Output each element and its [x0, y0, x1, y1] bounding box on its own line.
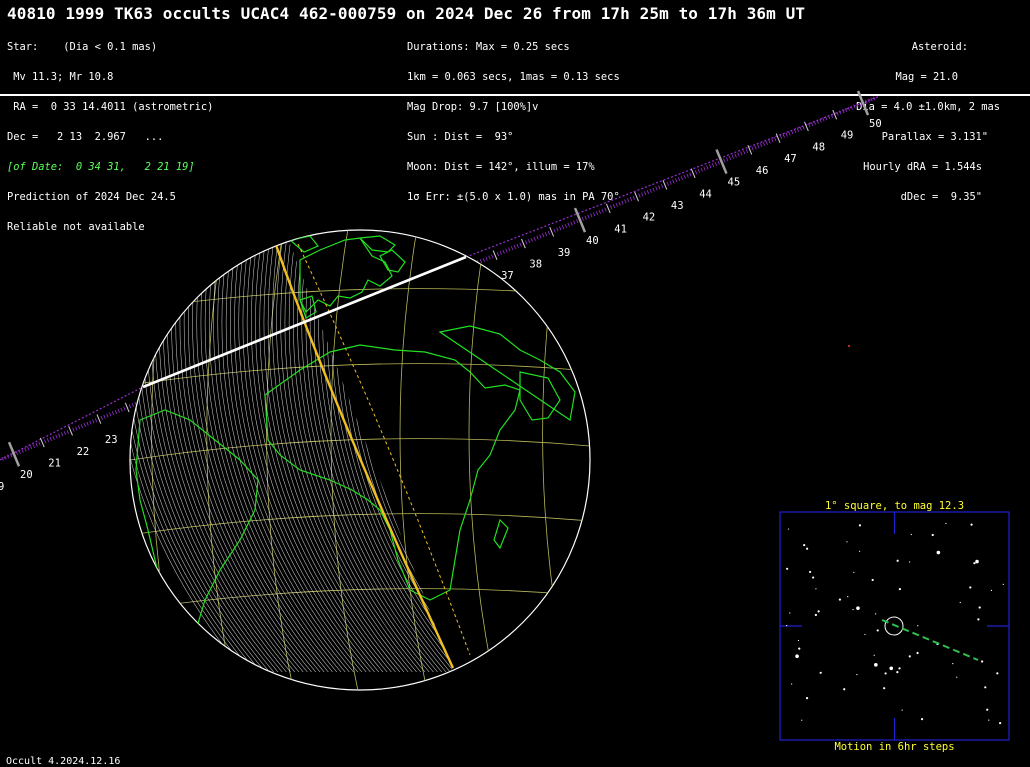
track-tick-label-50: 50 [869, 118, 882, 130]
track-tick-38 [521, 238, 526, 249]
track-tick-label-39: 39 [558, 247, 571, 259]
track-tick-label-23: 23 [105, 434, 118, 446]
track-tick-label-43: 43 [671, 200, 684, 212]
app-version: Occult 4.2024.12.16 [6, 756, 121, 767]
occultation-diagram: 1920212223243738394041424344454647484950 [0, 90, 1010, 741]
track-tick-41 [605, 203, 611, 214]
track-tick-48 [804, 121, 809, 132]
inset-title: 1° square, to mag 12.3 [824, 500, 965, 512]
track-tick-label-19: 19 [0, 481, 4, 493]
marker-dot [848, 345, 850, 347]
track-tick-21 [39, 437, 45, 448]
track-tick-label-41: 41 [614, 223, 627, 235]
track-tick-label-20: 20 [20, 469, 33, 481]
track-tick-label-38: 38 [529, 259, 542, 271]
track-tick-label-21: 21 [48, 458, 61, 470]
track-tick-23 [96, 414, 102, 424]
track-tick-label-22: 22 [77, 446, 90, 458]
track-tick-37 [492, 250, 498, 261]
inset-footer: Motion in 6hr steps [834, 741, 955, 753]
track-tick-label-46: 46 [756, 165, 769, 177]
track-tick-43 [662, 180, 668, 190]
track-tick-label-42: 42 [643, 212, 656, 224]
track-tick-label-48: 48 [812, 141, 825, 153]
track-tick-22 [68, 425, 73, 436]
track-tick-42 [634, 191, 639, 202]
track-tick-44 [690, 168, 696, 179]
track-tick-label-40: 40 [586, 235, 599, 247]
earth-globe [129, 229, 591, 691]
track-tick-label-49: 49 [841, 130, 854, 142]
track-tick-39 [549, 226, 555, 237]
star-chart-inset [779, 511, 1010, 741]
track-tick-label-45: 45 [728, 177, 741, 189]
track-tick-24 [124, 402, 130, 413]
track-tick-label-47: 47 [784, 153, 797, 165]
track-tick-label-44: 44 [699, 188, 712, 200]
